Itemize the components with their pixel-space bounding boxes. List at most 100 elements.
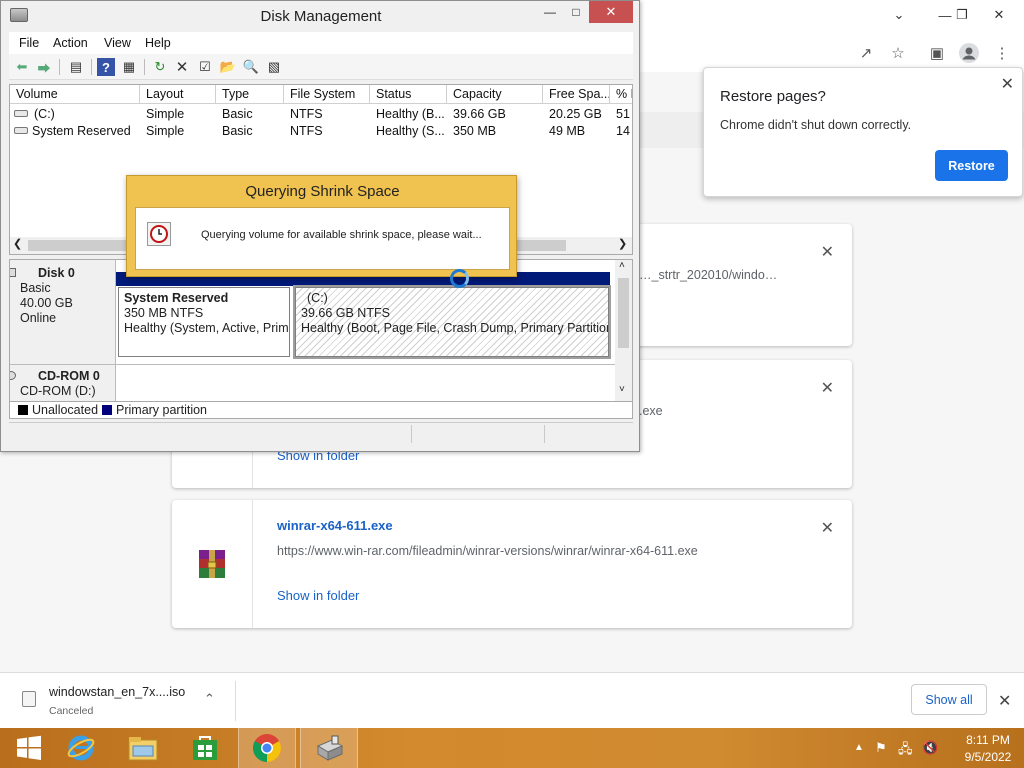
column-header-capacity[interactable]: Capacity (447, 85, 543, 104)
disk-map: Disk 0 Basic 40.00 GB Online System Rese… (9, 259, 633, 402)
profile-avatar-icon[interactable] (958, 42, 980, 64)
remove-download-icon[interactable]: ✕ (821, 518, 834, 538)
toolbar-separator (144, 59, 145, 75)
search-icon[interactable]: 🔍 (242, 58, 260, 76)
menu-view[interactable]: View (104, 36, 131, 50)
dm-titlebar[interactable]: Disk Management — □ ✕ (1, 1, 639, 32)
column-header-layout[interactable]: Layout (140, 85, 216, 104)
start-button[interactable] (0, 728, 58, 768)
show-hide-console-icon[interactable]: ▤ (67, 58, 85, 76)
restore-button[interactable]: Restore (935, 150, 1008, 181)
toolbar: ⬅ ⮕ ▤ ? ▦ ↻ ✕ ☑ 📂 🔍 ▧ (9, 54, 633, 80)
menu-bar: File Action View Help (9, 32, 633, 54)
partition-c[interactable]: (C:) 39.66 GB NTFS Healthy (Boot, Page F… (293, 285, 611, 359)
restore-popup-title: Restore pages? (720, 88, 826, 105)
back-icon[interactable]: ⬅ (13, 58, 31, 76)
column-header-file-system[interactable]: File System (284, 85, 370, 104)
column-header-free-space[interactable]: Free Spa... (543, 85, 610, 104)
disk-status: Online (20, 311, 57, 325)
legend: Unallocated Primary partition (9, 402, 633, 419)
table-row[interactable]: System Reserved Simple Basic NTFS Health… (10, 122, 632, 139)
file-icon (22, 691, 36, 707)
remove-download-icon[interactable]: ✕ (821, 242, 834, 262)
taskbar-disk-management[interactable] (300, 728, 358, 768)
menu-action[interactable]: Action (53, 36, 88, 50)
busy-cursor-icon (450, 269, 469, 288)
download-card: winrar-x64-611.exe https://www.win-rar.c… (172, 500, 852, 628)
clock-date[interactable]: 9/5/2022 (958, 750, 1018, 764)
download-file-name[interactable]: winrar-x64-611.exe (277, 518, 393, 533)
volume-muted-icon[interactable]: 🔇 (922, 740, 938, 756)
volume-capacity: 350 MB (453, 124, 497, 138)
close-button[interactable]: ✕ (589, 1, 633, 23)
chrome-close-button[interactable]: ✕ (976, 0, 1022, 30)
cdrom-row: CD-ROM 0 CD-ROM (D:) (10, 364, 615, 401)
open-folder-icon[interactable]: 📂 (219, 58, 237, 76)
disk-type: Basic (20, 281, 51, 295)
download-item-name[interactable]: windowstan_en_7x....iso (49, 685, 185, 699)
scroll-left-icon[interactable]: ❮ (13, 237, 22, 250)
volume-percent-free: 51 (616, 107, 630, 121)
bookmark-star-icon[interactable]: ☆ (887, 42, 909, 64)
taskbar-internet-explorer[interactable] (52, 728, 110, 768)
start-icon (17, 735, 41, 760)
close-download-shelf-icon[interactable]: ✕ (998, 691, 1011, 711)
chevron-up-icon[interactable]: ⌃ (204, 691, 215, 707)
cdrom-label[interactable]: CD-ROM 0 CD-ROM (D:) (10, 365, 116, 401)
cdrom-drive: CD-ROM (D:) (20, 384, 96, 398)
column-header-percent-free[interactable]: % F (610, 85, 632, 104)
chrome-tab-search-icon[interactable]: ⌄ (876, 0, 922, 30)
dialog-body: Querying volume for available shrink spa… (135, 207, 510, 270)
show-hidden-icons-icon[interactable]: ▲ (854, 742, 864, 753)
close-icon[interactable]: ✕ (1001, 74, 1014, 94)
taskbar: ▲ ⚑ 🖧 🔇 8:11 PM 9/5/2022 (0, 728, 1024, 768)
share-icon[interactable]: ↗ (855, 42, 877, 64)
maximize-button[interactable]: □ (565, 1, 587, 23)
card-divider (252, 500, 253, 628)
restore-popup-message: Chrome didn't shut down correctly. (720, 118, 912, 132)
column-header-status[interactable]: Status (370, 85, 447, 104)
vertical-scrollbar[interactable]: ˄ ˅ (615, 260, 632, 401)
help-icon[interactable]: ? (97, 58, 115, 76)
action-center-flag-icon[interactable]: ⚑ (875, 740, 887, 756)
clock-time[interactable]: 8:11 PM (958, 733, 1018, 747)
refresh-icon[interactable]: ↻ (151, 58, 169, 76)
show-all-button[interactable]: Show all (911, 684, 987, 715)
menu-help[interactable]: Help (145, 36, 171, 50)
menu-file[interactable]: File (19, 36, 39, 50)
volume-capacity: 39.66 GB (453, 107, 506, 121)
scroll-up-icon[interactable]: ˄ (619, 260, 625, 271)
disk-management-window: Disk Management — □ ✕ File Action View H… (0, 0, 640, 452)
taskbar-store[interactable] (176, 728, 234, 768)
delete-icon[interactable]: ✕ (173, 58, 191, 76)
rescan-disks-icon[interactable]: ▧ (265, 58, 283, 76)
download-url: .exe (639, 404, 663, 418)
table-row[interactable]: (C:) Simple Basic NTFS Healthy (B... 39.… (10, 105, 632, 122)
network-icon[interactable]: 🖧 (898, 740, 913, 762)
disk-size: 40.00 GB (20, 296, 73, 310)
taskbar-file-explorer[interactable] (114, 728, 172, 768)
volume-status: Healthy (B... (376, 107, 445, 121)
winrar-file-icon (196, 548, 228, 580)
show-in-folder-link[interactable]: Show in folder (277, 588, 359, 603)
column-header-type[interactable]: Type (216, 85, 284, 104)
drive-icon (14, 127, 28, 134)
chrome-menu-icon[interactable]: ⋮ (991, 42, 1013, 64)
disk0-label[interactable]: Disk 0 Basic 40.00 GB Online (10, 260, 116, 364)
scroll-right-icon[interactable]: ❯ (618, 237, 627, 250)
download-shelf: windowstan_en_7x....iso Canceled ⌃ Show … (0, 672, 1024, 728)
side-panel-icon[interactable]: ▣ (926, 42, 948, 64)
status-divider (544, 425, 545, 443)
forward-icon[interactable]: ⮕ (35, 58, 53, 76)
partition-system-reserved[interactable]: System Reserved 350 MB NTFS Healthy (Sys… (118, 287, 290, 357)
scroll-down-icon[interactable]: ˅ (619, 384, 625, 395)
taskbar-chrome[interactable] (238, 728, 296, 768)
scrollbar-thumb[interactable] (618, 278, 629, 348)
minimize-button[interactable]: — (539, 1, 561, 23)
check-icon[interactable]: ☑ (196, 58, 214, 76)
dialog-message: Querying volume for available shrink spa… (201, 229, 482, 241)
remove-download-icon[interactable]: ✕ (821, 378, 834, 398)
properties-icon[interactable]: ▦ (120, 58, 138, 76)
download-url: …_strtr_202010/windo… (639, 268, 778, 282)
column-header-volume[interactable]: Volume (10, 85, 140, 104)
